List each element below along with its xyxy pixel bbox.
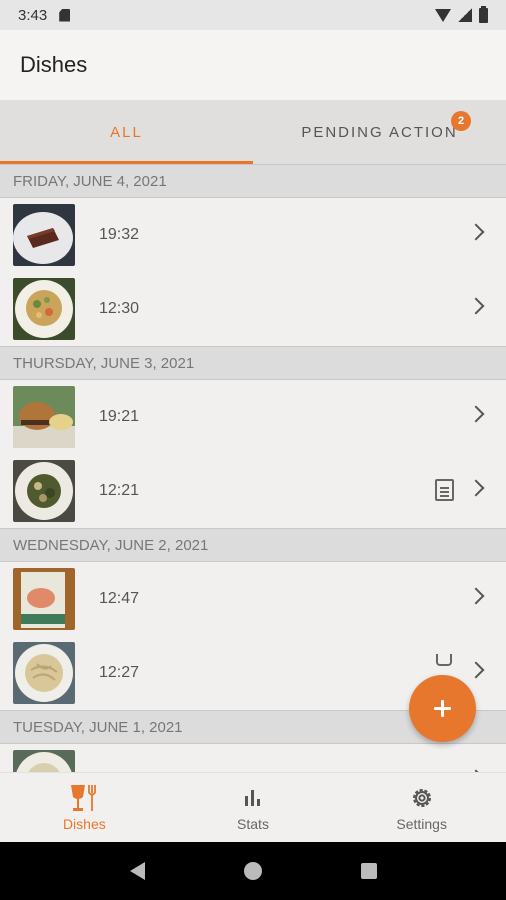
nav-settings-label: Settings: [396, 815, 447, 832]
gear-icon: [409, 784, 435, 812]
chevron-right-icon[interactable]: [467, 405, 485, 423]
nav-dishes-label: Dishes: [62, 815, 106, 832]
bottom-navigation: Dishes Stats Settings: [0, 772, 506, 842]
chevron-right-icon[interactable]: [467, 297, 485, 315]
burger-photo: [13, 386, 75, 448]
add-dish-button[interactable]: [409, 675, 476, 742]
greens-plate-photo: [13, 460, 75, 522]
dish-time: 12:30: [99, 300, 140, 317]
recent-apps-icon[interactable]: [360, 863, 377, 879]
dish-row[interactable]: 19:21: [0, 380, 506, 454]
dish-row[interactable]: 19:32: [0, 198, 506, 272]
status-time: 3:43: [18, 6, 48, 24]
back-icon[interactable]: [129, 862, 145, 880]
tab-all[interactable]: ALL: [0, 100, 253, 164]
dish-row[interactable]: 12:21: [0, 454, 506, 528]
chevron-right-icon[interactable]: [467, 479, 485, 497]
chevron-right-icon[interactable]: [467, 223, 485, 241]
dish-time: 12:21: [99, 482, 140, 499]
pending-count-badge: 2: [451, 111, 471, 131]
dish-row[interactable]: [0, 744, 506, 772]
status-bar: 3:43: [0, 0, 506, 30]
pasta-plate-photo: [13, 642, 75, 704]
dish-row[interactable]: 12:47: [0, 562, 506, 636]
battery-icon: [479, 5, 488, 23]
status-icons: [435, 5, 488, 23]
app-bar: Dishes: [0, 30, 506, 100]
dish-time: 19:32: [99, 226, 140, 243]
tab-pending-action[interactable]: PENDING ACTION: [253, 100, 506, 164]
dishes-icon: [67, 784, 101, 812]
chevron-right-icon[interactable]: [467, 661, 485, 679]
date-section-header: THURSDAY, JUNE 3, 2021: [0, 346, 506, 380]
page-title: Dishes: [20, 52, 88, 77]
dish-row[interactable]: 12:30: [0, 272, 506, 346]
sd-card-icon: [59, 8, 71, 22]
dish-time: 12:27: [99, 664, 140, 681]
nav-stats[interactable]: Stats: [169, 773, 338, 842]
dish-time: 12:47: [99, 590, 140, 607]
system-navigation-bar: [0, 842, 506, 900]
dessert-cake-photo: [13, 204, 75, 266]
chevron-right-icon[interactable]: [467, 587, 485, 605]
tab-pending-label: PENDING ACTION: [301, 123, 458, 141]
cup-icon: [436, 654, 452, 666]
date-section-header: FRIDAY, JUNE 4, 2021: [0, 164, 506, 198]
note-icon: [435, 479, 454, 501]
nav-settings[interactable]: Settings: [337, 773, 506, 842]
tab-all-label: ALL: [110, 123, 143, 141]
date-section-header: WEDNESDAY, JUNE 2, 2021: [0, 528, 506, 562]
home-icon[interactable]: [243, 862, 262, 880]
wifi-icon: [435, 8, 451, 22]
packaged-salmon-photo: [13, 568, 75, 630]
plate-photo: [13, 750, 75, 772]
tab-bar: ALL PENDING ACTION: [0, 100, 506, 164]
stats-icon: [241, 784, 265, 812]
nav-dishes[interactable]: Dishes: [0, 773, 169, 842]
nav-stats-label: Stats: [237, 815, 269, 832]
signal-icon: [458, 8, 472, 22]
salad-plate-photo: [13, 278, 75, 340]
dish-time: 19:21: [99, 408, 140, 425]
